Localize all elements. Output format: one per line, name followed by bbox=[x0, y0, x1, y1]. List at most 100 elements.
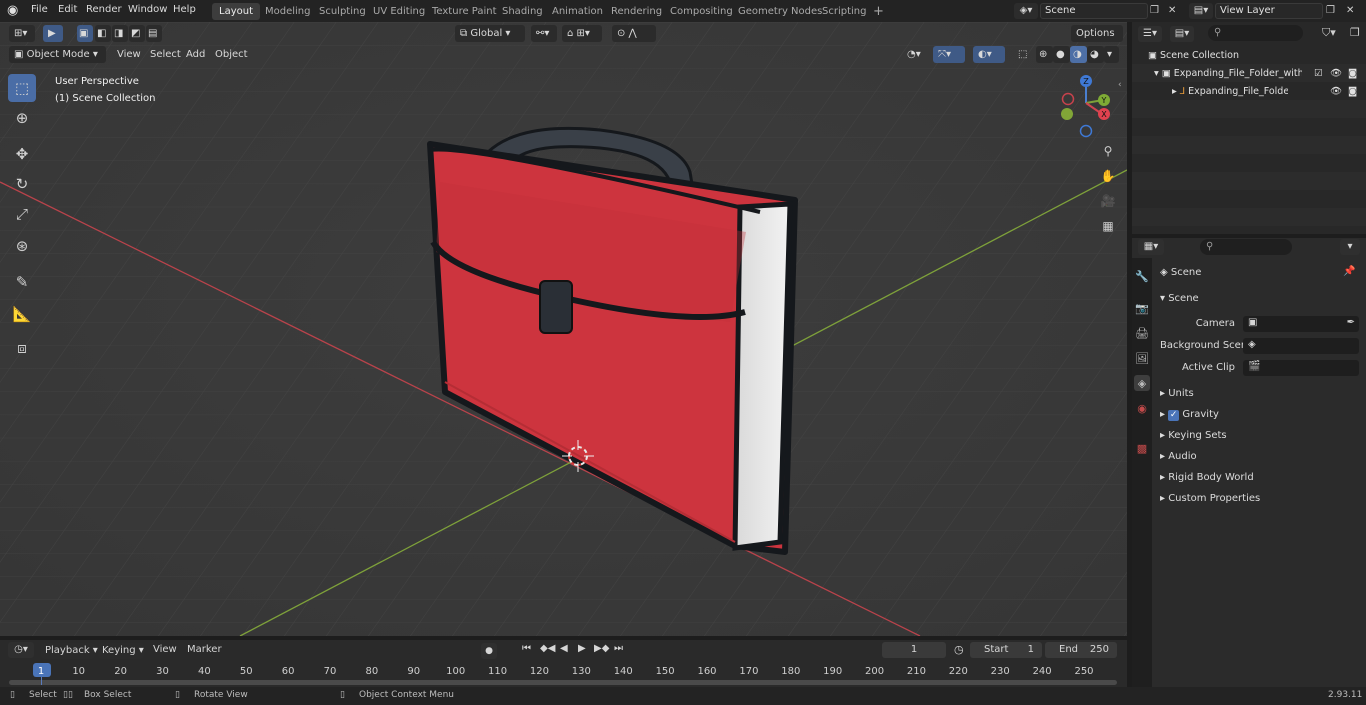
add-workspace-button[interactable]: + bbox=[866, 3, 891, 20]
timeline-scrollbar[interactable] bbox=[9, 680, 1117, 685]
exclude-checkbox-icon[interactable]: ☑ bbox=[1314, 68, 1323, 79]
proportional-editing-icon[interactable]: ⊙ ⋀ bbox=[612, 25, 656, 42]
tool-tab-icon[interactable]: 🔧 bbox=[1134, 268, 1150, 284]
transform-tool-icon[interactable]: ⊛ bbox=[8, 232, 36, 260]
view-layer-selector-icon[interactable]: ▤▾ bbox=[1189, 3, 1213, 19]
tab-sculpting[interactable]: Sculpting bbox=[312, 3, 373, 20]
pin-icon[interactable]: 📌 bbox=[1343, 266, 1355, 277]
outliner-item-collection[interactable]: ▾ ▣ Expanding_File_Folder_with_I ☑ 👁 ◙ bbox=[1154, 68, 1364, 79]
jump-end-icon[interactable]: ⏭ bbox=[614, 643, 623, 654]
select-extend-icon[interactable]: ◧ bbox=[95, 25, 111, 42]
camera-field[interactable]: ▣ ✒ bbox=[1243, 316, 1359, 332]
outliner-display-mode-icon[interactable]: ▤▾ bbox=[1170, 26, 1194, 42]
world-tab-icon[interactable]: ◉ bbox=[1134, 400, 1150, 416]
properties-options-icon[interactable]: ▾ bbox=[1340, 239, 1360, 255]
expand-arrow-icon[interactable]: ▸ bbox=[1172, 86, 1180, 97]
render-tab-icon[interactable]: 📷 bbox=[1134, 300, 1150, 316]
outliner-search-input[interactable]: ⚲ bbox=[1208, 25, 1303, 41]
scene-tab-icon[interactable]: ◈ bbox=[1134, 375, 1150, 391]
tab-layout[interactable]: Layout bbox=[212, 3, 260, 20]
start-frame-field[interactable]: Start 1 bbox=[970, 642, 1042, 658]
3d-viewport[interactable]: Z Y X ▣ Object Mode ▾ View Select Add Ob… bbox=[0, 22, 1127, 636]
timeline-menu-marker[interactable]: Marker bbox=[187, 644, 222, 655]
texture-tab-icon[interactable]: ▩ bbox=[1134, 440, 1150, 456]
overlays-toggle-icon[interactable]: ◐▾ bbox=[973, 46, 1005, 63]
menu-view[interactable]: View bbox=[112, 46, 146, 63]
tab-texture-paint[interactable]: Texture Paint bbox=[425, 3, 504, 20]
scale-tool-icon[interactable]: ⤢ bbox=[8, 200, 36, 228]
cursor-tool-icon[interactable]: ⊕ bbox=[8, 104, 36, 132]
menu-object[interactable]: Object bbox=[210, 46, 253, 63]
scene-selector-icon[interactable]: ◈▾ bbox=[1014, 3, 1038, 19]
close-view-layer-icon[interactable]: ✕ bbox=[1346, 3, 1358, 19]
active-clip-field[interactable]: 🎬 bbox=[1243, 360, 1359, 376]
audio-subpanel[interactable]: ▸ Audio bbox=[1160, 451, 1197, 462]
tab-animation[interactable]: Animation bbox=[545, 3, 610, 20]
scene-panel-header[interactable]: ▾ Scene bbox=[1160, 293, 1199, 304]
tab-shading[interactable]: Shading bbox=[495, 3, 550, 20]
shading-solid-icon[interactable]: ● bbox=[1053, 46, 1070, 63]
background-scene-field[interactable]: ◈ bbox=[1243, 338, 1359, 354]
xray-toggle-icon[interactable]: ⬚ bbox=[1013, 46, 1031, 63]
object-mode-dropdown[interactable]: ▣ Object Mode ▾ bbox=[9, 46, 106, 63]
visibility-eye-icon[interactable]: 👁 bbox=[1330, 68, 1342, 79]
select-intersect-icon[interactable]: ▤ bbox=[146, 25, 162, 42]
outliner-editor-type-icon[interactable]: ☰▾ bbox=[1138, 26, 1162, 42]
playback-dropdown[interactable]: Playback ▾ bbox=[41, 643, 98, 659]
current-frame-field[interactable]: 1 bbox=[882, 642, 946, 658]
select-box-tool-icon[interactable]: ▶ bbox=[43, 25, 63, 42]
orthographic-toggle-icon[interactable]: ▦ bbox=[1097, 215, 1119, 237]
timeline-menu-view[interactable]: View bbox=[153, 644, 177, 655]
timeline-editor-type-icon[interactable]: ◷▾ bbox=[8, 642, 34, 658]
menu-edit[interactable]: Edit bbox=[58, 4, 77, 15]
keying-sets-subpanel[interactable]: ▸ Keying Sets bbox=[1160, 430, 1227, 441]
output-tab-icon[interactable]: 🖨 bbox=[1134, 325, 1150, 341]
gravity-checkbox[interactable]: ✓ bbox=[1168, 410, 1180, 421]
options-dropdown[interactable]: Options ▾ bbox=[1071, 25, 1123, 56]
prev-keyframe-icon[interactable]: ◆◀ bbox=[540, 643, 555, 654]
eyedropper-icon[interactable]: ✒ bbox=[1347, 317, 1355, 328]
tab-uv-editing[interactable]: UV Editing bbox=[366, 3, 432, 20]
measure-tool-icon[interactable]: 📐 bbox=[8, 300, 36, 328]
filter-icon[interactable]: ⛉▾ bbox=[1322, 26, 1336, 40]
pan-hand-icon[interactable]: ✋ bbox=[1097, 165, 1119, 187]
region-toggle-icon[interactable]: ‹ bbox=[1118, 80, 1122, 90]
preview-range-icon[interactable]: ◷ bbox=[954, 643, 964, 656]
menu-render[interactable]: Render bbox=[86, 4, 122, 15]
scene-collection-row[interactable]: ▣ Scene Collection bbox=[1148, 50, 1239, 61]
transform-orientation-dropdown[interactable]: ⧉ Global ▾ bbox=[455, 25, 525, 42]
menu-file[interactable]: File bbox=[31, 4, 48, 15]
render-camera-icon[interactable]: ◙ bbox=[1348, 86, 1357, 97]
close-scene-icon[interactable]: ✕ bbox=[1168, 3, 1180, 19]
visibility-eye-icon[interactable]: 👁 bbox=[1330, 86, 1342, 97]
tab-modeling[interactable]: Modeling bbox=[258, 3, 318, 20]
move-tool-icon[interactable]: ✥ bbox=[8, 140, 36, 168]
menu-select[interactable]: Select bbox=[145, 46, 186, 63]
blender-logo-icon[interactable]: ◉ bbox=[7, 3, 23, 19]
record-button-icon[interactable]: ● bbox=[481, 643, 497, 659]
new-collection-icon[interactable]: ❐ bbox=[1350, 26, 1360, 39]
properties-editor-type-icon[interactable]: ▦▾ bbox=[1138, 239, 1164, 255]
new-view-layer-icon[interactable]: ❐ bbox=[1326, 3, 1341, 19]
render-camera-icon[interactable]: ◙ bbox=[1348, 68, 1357, 79]
select-new-icon[interactable]: ▣ bbox=[77, 25, 93, 42]
shading-options-icon[interactable]: ▾ bbox=[1104, 46, 1119, 63]
zoom-icon[interactable]: ⚲ bbox=[1097, 140, 1119, 162]
rigid-body-world-subpanel[interactable]: ▸ Rigid Body World bbox=[1160, 472, 1254, 483]
shading-rendered-icon[interactable]: ◕ bbox=[1087, 46, 1104, 63]
view-layer-field[interactable]: View Layer bbox=[1215, 3, 1323, 19]
select-box-tool-icon[interactable]: ⬚ bbox=[8, 74, 36, 102]
tab-rendering[interactable]: Rendering bbox=[604, 3, 669, 20]
keying-dropdown[interactable]: Keying ▾ bbox=[98, 643, 144, 659]
scene-name-field[interactable]: Scene bbox=[1040, 3, 1148, 19]
custom-properties-subpanel[interactable]: ▸ Custom Properties bbox=[1160, 493, 1260, 504]
select-invert-icon[interactable]: ◩ bbox=[129, 25, 145, 42]
view-layer-tab-icon[interactable]: 🖼 bbox=[1134, 350, 1150, 366]
new-scene-icon[interactable]: ❐ bbox=[1150, 3, 1165, 19]
snap-icon[interactable]: ⌂ ⊞▾ bbox=[562, 25, 602, 42]
menu-window[interactable]: Window bbox=[128, 4, 167, 15]
tab-compositing[interactable]: Compositing bbox=[663, 3, 740, 20]
add-cube-tool-icon[interactable]: ⧈ bbox=[8, 334, 36, 362]
rotate-tool-icon[interactable]: ↻ bbox=[8, 170, 36, 198]
camera-view-icon[interactable]: 🎥 bbox=[1097, 190, 1119, 212]
